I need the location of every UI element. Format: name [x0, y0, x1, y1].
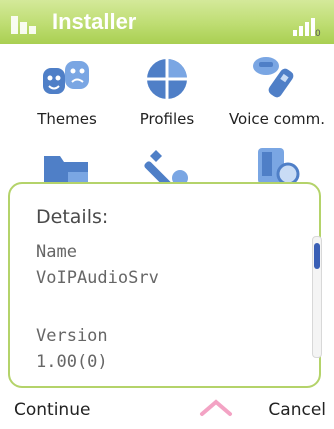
grid-item-label: Themes: [37, 110, 97, 128]
scrollbar-thumb[interactable]: [314, 242, 320, 269]
softkey-bar: Continue Cancel: [0, 392, 334, 429]
name-value: VoIPAudioSrv: [36, 268, 159, 288]
signal-indicator-icon: 0: [293, 18, 321, 38]
grid-item-profiles[interactable]: Profiles: [112, 56, 222, 128]
version-label: Version: [36, 326, 108, 346]
name-label: Name: [36, 242, 77, 262]
version-value: 1.00(0): [36, 352, 108, 372]
grid-item-label: Profiles: [139, 110, 195, 128]
profiles-icon: [147, 59, 187, 99]
dialog-scrollbar[interactable]: [312, 236, 322, 358]
chevron-up-icon[interactable]: [196, 396, 236, 418]
grid-item-voice-comm[interactable]: Voice comm.: [222, 54, 332, 128]
voice-comm-icon: [253, 57, 294, 98]
grid-item-themes[interactable]: Themes: [12, 58, 122, 128]
window-title: Installer: [52, 9, 137, 34]
themes-icon: [43, 61, 89, 94]
grid-item-label: Voice comm.: [228, 110, 326, 128]
app-grid: Themes Profiles Voice comm.: [0, 44, 334, 204]
svg-text:0: 0: [315, 29, 321, 38]
details-dialog: Details: Name VoIPAudioSrv Version 1.00(…: [8, 182, 322, 388]
continue-softkey[interactable]: Continue: [14, 400, 90, 420]
title-bar: Installer 0: [0, 0, 334, 44]
installer-app-icon: [11, 16, 36, 34]
cancel-softkey[interactable]: Cancel: [268, 400, 326, 420]
dialog-heading: Details:: [36, 206, 109, 228]
